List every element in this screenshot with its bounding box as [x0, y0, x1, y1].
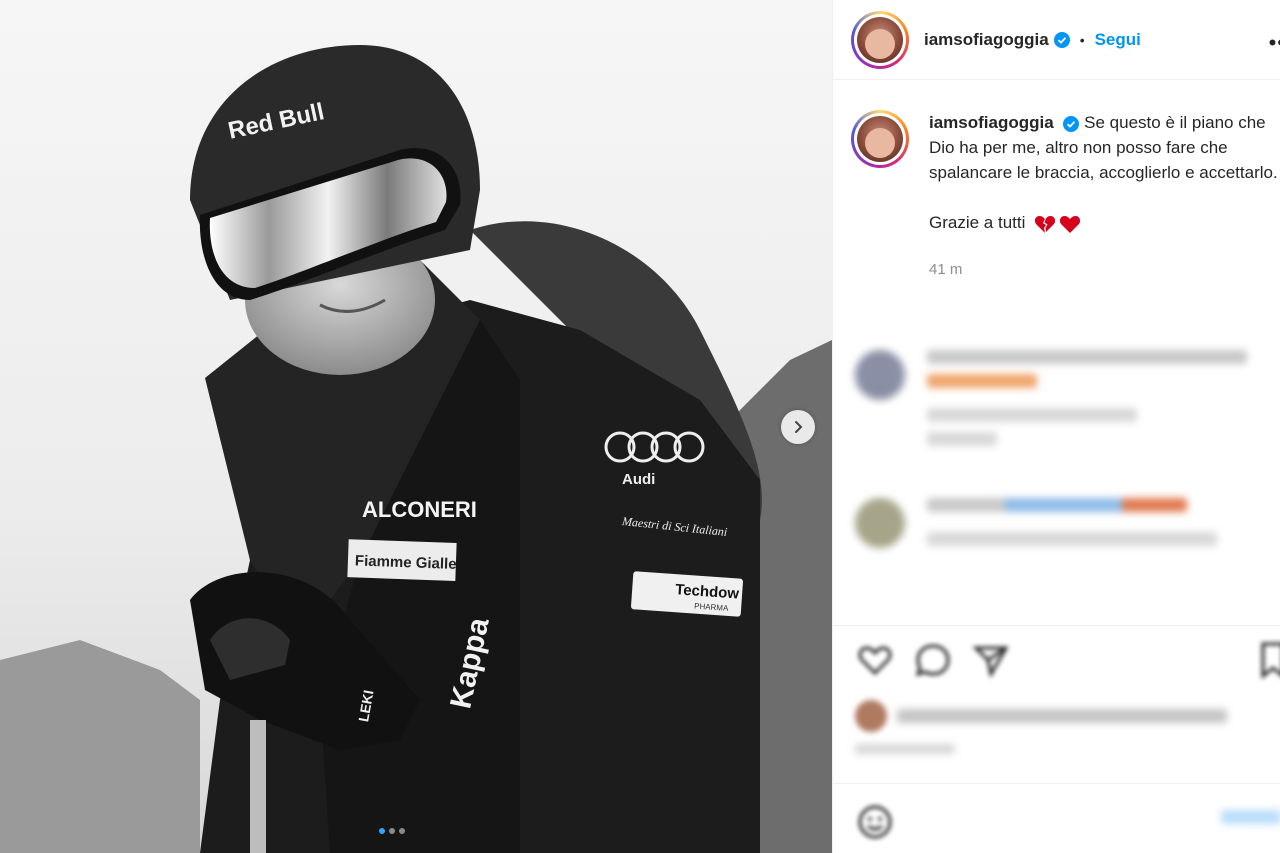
- share-icon[interactable]: [971, 640, 1011, 680]
- caption-emojis: [1034, 214, 1081, 234]
- separator-dot: •: [1079, 31, 1085, 48]
- heart-icon: [1060, 215, 1081, 233]
- post-caption: iamsofiagoggia Se questo è il piano che …: [833, 80, 1280, 282]
- post-media[interactable]: Red Bull ALCONERI Audi Fiamme Gialle Mae…: [0, 0, 832, 853]
- post-side-panel: iamsofiagoggia • Segui •• iamsofiagoggia…: [832, 0, 1280, 853]
- caption-username[interactable]: iamsofiagoggia: [929, 113, 1054, 132]
- caption-avatar[interactable]: [851, 110, 909, 168]
- comment-input[interactable]: [913, 808, 1213, 838]
- verified-badge-icon: [1063, 115, 1080, 132]
- carousel-dot: [379, 828, 385, 834]
- publish-button[interactable]: [1221, 810, 1280, 824]
- add-comment-bar: [833, 783, 1280, 853]
- carousel-dot: [399, 828, 405, 834]
- carousel-dot: [389, 828, 395, 834]
- comment-item[interactable]: [855, 350, 1247, 456]
- post-timestamp: 41 m: [929, 261, 963, 278]
- post-actions: [833, 625, 1280, 785]
- more-options-button[interactable]: ••: [1269, 30, 1280, 56]
- broken-heart-icon: [1035, 215, 1056, 233]
- avatar[interactable]: [855, 498, 905, 548]
- avatar[interactable]: [855, 350, 905, 400]
- comment-icon[interactable]: [913, 640, 953, 680]
- like-heart-icon[interactable]: [855, 640, 895, 680]
- avatar-image: [857, 16, 903, 63]
- chevron-right-icon: [795, 421, 803, 433]
- carousel-dots: [379, 828, 405, 834]
- likes-summary[interactable]: [855, 700, 1227, 732]
- post-header: iamsofiagoggia • Segui ••: [833, 0, 1280, 80]
- jacket-sponsor-text: ALCONERI: [362, 497, 477, 522]
- avatar[interactable]: [851, 10, 909, 69]
- comment-item[interactable]: [855, 498, 1217, 556]
- post-photo: Red Bull ALCONERI Audi Fiamme Gialle Mae…: [0, 0, 832, 853]
- avatar: [855, 700, 887, 732]
- fiamme-gialle-badge: Fiamme Gialle: [355, 552, 457, 573]
- follow-button[interactable]: Segui: [1095, 30, 1141, 50]
- emoji-icon[interactable]: [855, 802, 895, 842]
- verified-badge-icon: [1053, 31, 1070, 48]
- header-username[interactable]: iamsofiagoggia: [924, 30, 1049, 50]
- next-slide-button[interactable]: [781, 410, 815, 444]
- jacket-audi-text: Audi: [622, 471, 655, 488]
- bookmark-icon[interactable]: [1259, 640, 1280, 680]
- avatar-image: [857, 116, 903, 162]
